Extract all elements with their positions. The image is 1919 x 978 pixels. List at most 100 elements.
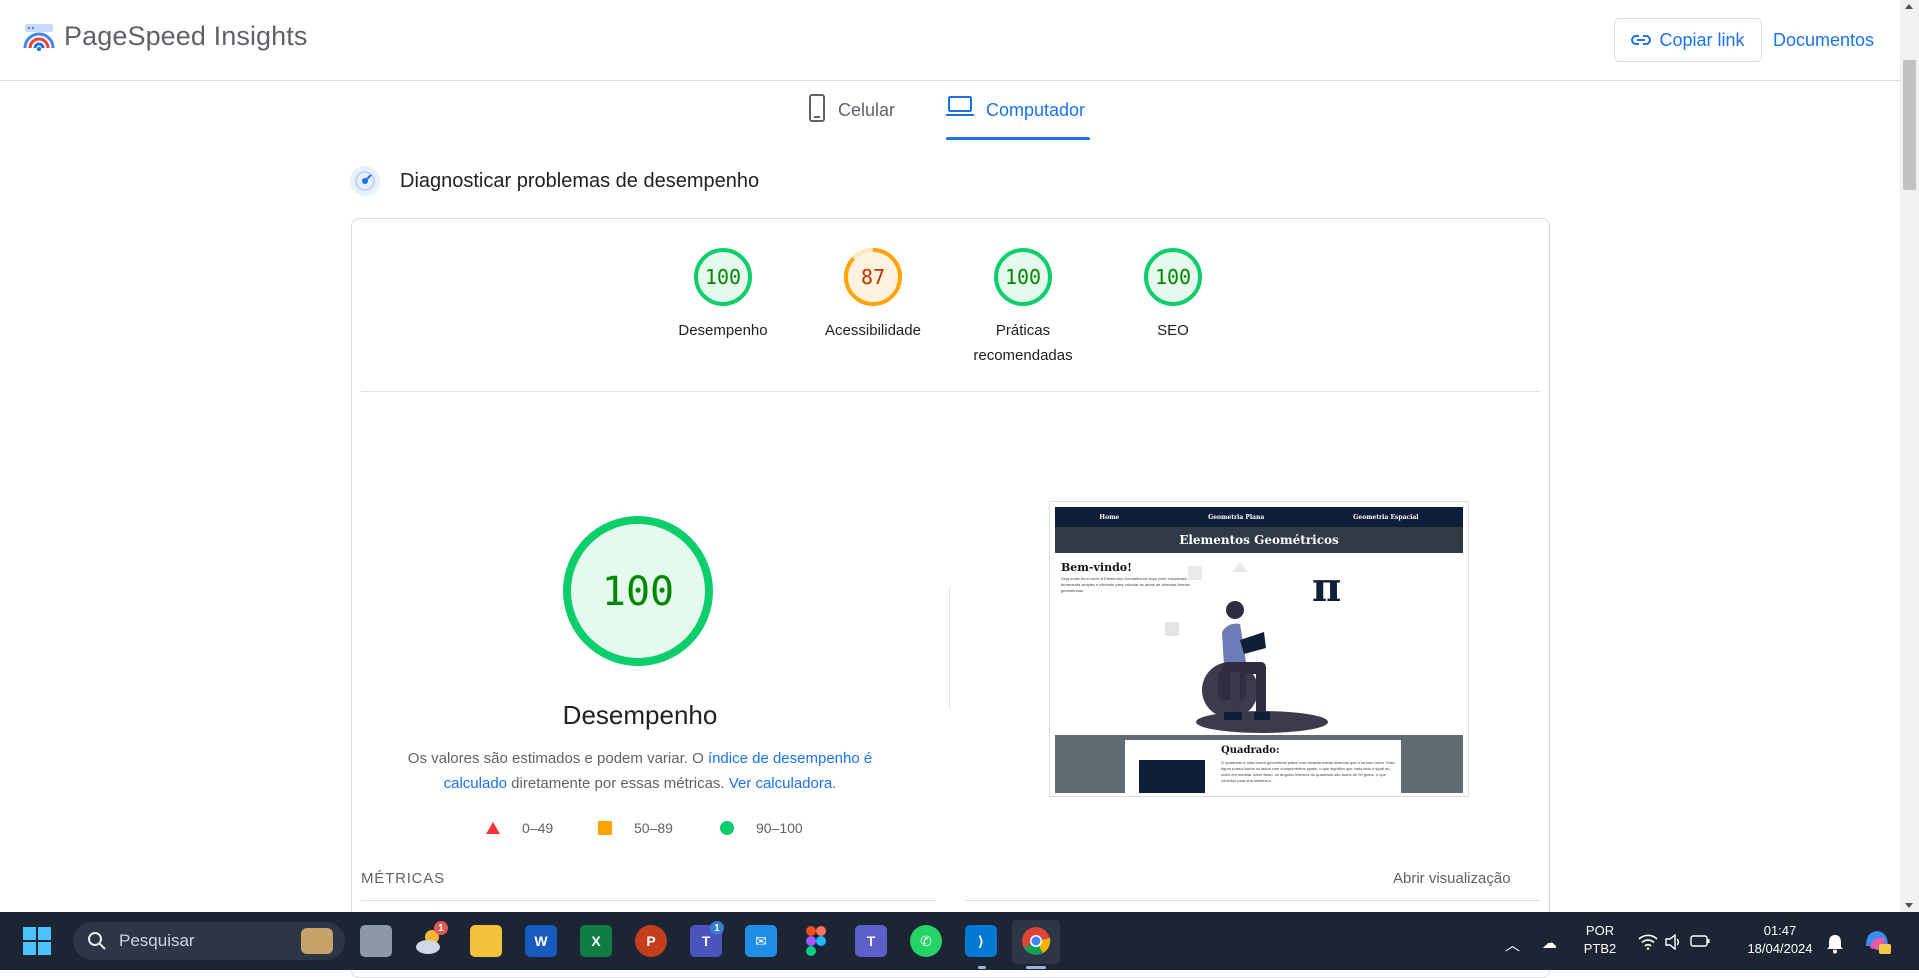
gauge-ring: 100	[1144, 248, 1202, 306]
figma-icon[interactable]	[800, 925, 832, 957]
teams-icon[interactable]: T	[855, 925, 887, 957]
vertical-divider	[949, 588, 950, 708]
clock[interactable]: 01:47 18/04/2024	[1720, 922, 1840, 958]
metrics-divider	[965, 900, 1540, 901]
legend-good-label: 90–100	[756, 820, 803, 836]
diagnose-title: Diagnosticar problemas de desempenho	[400, 170, 760, 192]
performance-big-gauge: 100	[563, 516, 713, 666]
gauge-best-practices[interactable]: 100 Práticas recomendadas	[958, 246, 1088, 368]
language-indicator[interactable]: POR PTB2	[1580, 922, 1620, 958]
tab-desktop-label: Computador	[986, 100, 1086, 120]
preview-section-text: O quadrado é uma forma geométrica plana …	[1221, 760, 1395, 783]
scroll-thumb[interactable]	[1903, 60, 1916, 190]
brand-title[interactable]: PageSpeed Insights	[64, 21, 307, 52]
windows-taskbar: Pesquisar 1 W X P T 1 ✉ T ✆ ⟩ ︿ ☁ POR PTB…	[0, 912, 1919, 970]
show-hidden-icons-chevron-icon[interactable]: ︿	[1505, 934, 1520, 955]
preview-title: Elementos Geométricos	[1055, 527, 1463, 553]
pagespeed-logo-icon[interactable]	[22, 22, 56, 56]
copy-link-label: Copiar link	[1659, 29, 1745, 50]
gauge-value: 87	[861, 265, 885, 289]
file-explorer-icon[interactable]	[470, 925, 502, 957]
powerpoint-icon[interactable]: P	[635, 925, 667, 957]
tab-mobile-label: Celular	[838, 100, 896, 120]
gauge-label: Desempenho	[678, 322, 768, 339]
notification-bell-icon[interactable]	[1826, 934, 1844, 958]
mail-icon[interactable]: ✉	[745, 925, 777, 957]
gauge-label: Acessibilidade	[825, 322, 921, 339]
task-view-icon[interactable]	[360, 925, 392, 957]
preview-welcome: Bem-vindo!	[1061, 561, 1132, 574]
preview-pi-symbol: π	[1312, 564, 1342, 611]
desc-text: Os valores são estimados e podem variar.…	[407, 750, 708, 767]
weather-badge: 1	[434, 921, 448, 935]
vscode-icon[interactable]: ⟩	[965, 925, 997, 957]
page-scrollbar[interactable]	[1900, 0, 1919, 912]
gauge-label: Práticas recomendadas	[973, 322, 1073, 364]
search-highlight-icon	[301, 928, 333, 954]
onedrive-offline-icon[interactable]: ☁	[1542, 934, 1557, 952]
page-screenshot-preview[interactable]: Home Geometria Plana Geometria Espacial …	[1049, 501, 1469, 797]
taskbar-search-input[interactable]: Pesquisar	[73, 922, 345, 960]
teams-classic-icon[interactable]: T 1	[690, 921, 724, 957]
preview-section: Quadrado: O quadrado é uma forma geométr…	[1055, 735, 1463, 793]
whatsapp-icon[interactable]: ✆	[910, 925, 942, 957]
tab-mobile[interactable]: Celular	[808, 94, 895, 142]
preview-nav-item: Geometria Espacial	[1353, 513, 1419, 521]
red-triangle-icon	[486, 822, 500, 834]
clock-date: 18/04/2024	[1747, 941, 1813, 956]
phone-icon	[809, 94, 825, 122]
green-circle-icon	[720, 821, 734, 835]
excel-icon[interactable]: X	[580, 925, 612, 957]
active-tab-indicator	[946, 137, 1090, 140]
scroll-up-arrow-icon[interactable]	[1905, 4, 1913, 9]
docs-link[interactable]: Documentos	[1773, 30, 1874, 51]
diagnose-radar-icon	[350, 166, 380, 196]
wifi-icon[interactable]	[1638, 934, 1658, 954]
copilot-icon[interactable]	[1862, 926, 1892, 960]
copy-link-button[interactable]: Copiar link	[1614, 18, 1762, 62]
search-icon	[88, 932, 106, 950]
metrics-heading: MÉTRICAS	[361, 870, 445, 887]
gauge-performance[interactable]: 100 Desempenho	[658, 246, 788, 343]
gauge-ring: 100	[994, 248, 1052, 306]
link-icon	[1631, 35, 1652, 45]
performance-description: Os valores são estimados e podem variar.…	[400, 746, 880, 796]
orange-square-icon	[598, 821, 612, 835]
legend-good: 90–100	[720, 820, 803, 836]
laptop-icon	[946, 96, 974, 116]
word-icon[interactable]: W	[525, 925, 557, 957]
gauge-label: SEO	[1157, 322, 1189, 339]
preview-section-box: Quadrado: O quadrado é uma forma geométr…	[1125, 740, 1401, 793]
chrome-icon[interactable]	[1020, 925, 1052, 957]
battery-icon[interactable]	[1690, 934, 1710, 952]
weather-icon[interactable]: 1	[414, 921, 448, 957]
see-calculator-link[interactable]: Ver calculadora	[729, 775, 832, 792]
metrics-divider	[361, 900, 936, 901]
gauge-value: 100	[1155, 265, 1191, 289]
performance-title: Desempenho	[562, 700, 718, 730]
open-view-button[interactable]: Abrir visualização	[1393, 870, 1511, 887]
gauge-ring: 100	[694, 248, 752, 306]
gauge-value: 100	[705, 265, 741, 289]
teams-badge: 1	[710, 921, 724, 935]
legend-poor: 0–49	[486, 820, 553, 836]
card-divider	[361, 391, 1540, 392]
windows-start-icon[interactable]	[22, 926, 52, 956]
legend-poor-label: 0–49	[522, 820, 554, 836]
search-placeholder: Pesquisar	[119, 931, 195, 950]
gauge-value: 100	[1005, 265, 1041, 289]
chrome-running-indicator	[1026, 966, 1046, 969]
tab-desktop[interactable]: Computador	[946, 94, 1085, 142]
volume-icon[interactable]	[1664, 933, 1682, 954]
desc-text: diretamente por essas métricas.	[507, 775, 729, 792]
gauge-accessibility[interactable]: 87 Acessibilidade	[808, 246, 938, 343]
clock-time: 01:47	[1763, 923, 1797, 938]
desc-text: .	[832, 775, 837, 792]
legend-average-label: 50–89	[634, 820, 673, 836]
performance-score: 100	[602, 569, 674, 615]
gauge-seo[interactable]: 100 SEO	[1108, 246, 1238, 343]
gauge-ring: 87	[844, 248, 902, 306]
preview-nav-item: Geometria Plana	[1208, 513, 1265, 521]
scroll-down-arrow-icon[interactable]	[1905, 903, 1913, 908]
preview-nav: Home Geometria Plana Geometria Espacial	[1055, 507, 1463, 527]
